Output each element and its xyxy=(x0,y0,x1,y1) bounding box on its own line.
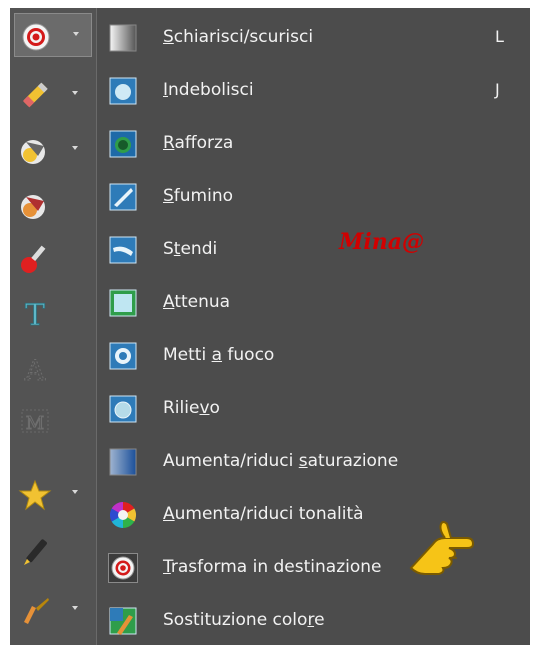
menu-item-label: Sostituzione colore xyxy=(163,610,325,630)
text-outline-icon: A xyxy=(23,354,46,386)
tool-background-eraser[interactable] xyxy=(14,183,92,227)
menu-item-attenua[interactable]: Attenua xyxy=(97,278,530,330)
menu-item-label: Aumenta/riduci tonalità xyxy=(163,504,364,524)
saturation-icon xyxy=(109,448,137,476)
tool-text-outline[interactable]: A xyxy=(14,345,92,389)
background-eraser-icon xyxy=(21,195,45,219)
menu-item-label: Sfumino xyxy=(163,186,234,206)
watermark-signature: Mina@ xyxy=(339,229,424,255)
menu-item-label: Metti a fuoco xyxy=(163,345,275,365)
menu-item-label: Rilievo xyxy=(163,398,220,418)
svg-text:T: T xyxy=(25,298,45,330)
menu-item-aumenta-riduci-saturazione[interactable]: Aumenta/riduci saturazione xyxy=(97,437,530,489)
text-icon: T xyxy=(25,298,46,330)
menu-item-indebolisci[interactable]: Indebolisci J xyxy=(97,66,530,118)
tool-palette: T A M xyxy=(10,8,96,645)
tool-text[interactable]: T xyxy=(14,290,92,334)
pointing-hand-icon xyxy=(409,521,475,575)
menu-item-label: Aumenta/riduci saturazione xyxy=(163,451,399,471)
menu-item-rilievo[interactable]: Rilievo xyxy=(97,384,530,436)
tool-target[interactable] xyxy=(14,13,92,57)
tool-color-picker[interactable] xyxy=(14,236,92,280)
lighten-icon xyxy=(109,289,137,317)
target-icon xyxy=(108,553,138,583)
push-icon xyxy=(109,236,137,264)
svg-text:A: A xyxy=(24,354,46,385)
menu-item-sostituzione-colore[interactable]: Sostituzione colore xyxy=(97,596,530,645)
hue-wheel-icon xyxy=(109,501,137,529)
target-icon xyxy=(22,23,50,51)
menu-item-label: Stendi xyxy=(163,239,218,259)
tool-pen[interactable] xyxy=(14,529,92,573)
color-picker-icon xyxy=(21,245,46,273)
star-shape-icon xyxy=(18,479,52,511)
menu-item-schiarisci-scurisci[interactable]: Schiarisci/scurisci L xyxy=(97,13,530,65)
chevron-down-icon[interactable] xyxy=(73,32,79,36)
pen-icon xyxy=(24,539,47,565)
menu-item-label: Attenua xyxy=(163,292,231,312)
menu-item-stendi[interactable]: Stendi xyxy=(97,225,530,277)
chevron-down-icon[interactable] xyxy=(72,606,78,610)
menu-item-rafforza[interactable]: Rafforza xyxy=(97,119,530,171)
tool-text-mask[interactable]: M xyxy=(14,398,92,442)
shortcut-key: L xyxy=(495,27,504,46)
color-replace-icon xyxy=(109,607,137,635)
menu-item-sfumino[interactable]: Sfumino xyxy=(97,172,530,224)
tool-brush[interactable] xyxy=(14,588,92,632)
pencil-icon xyxy=(22,82,48,108)
brush-icon xyxy=(24,598,49,624)
eraser-icon xyxy=(21,140,45,164)
tool-eraser[interactable] xyxy=(14,128,92,172)
menu-item-label: Indebolisci xyxy=(163,80,254,100)
menu-item-label: Trasforma in destinazione xyxy=(163,557,382,577)
smudge-icon xyxy=(109,183,137,211)
svg-text:M: M xyxy=(26,413,44,434)
menu-item-metti-a-fuoco[interactable]: Metti a fuoco xyxy=(97,331,530,383)
emboss-icon xyxy=(109,395,137,423)
tool-star-shape[interactable] xyxy=(14,472,92,516)
chevron-down-icon[interactable] xyxy=(72,146,78,150)
shortcut-key: J xyxy=(495,80,500,99)
soften-icon xyxy=(109,77,137,105)
focus-icon xyxy=(109,342,137,370)
text-mask-icon: M xyxy=(21,409,49,435)
menu-item-label: Rafforza xyxy=(163,133,234,153)
chevron-down-icon[interactable] xyxy=(72,91,78,95)
menu-item-label: Schiarisci/scurisci xyxy=(163,27,314,47)
sharpen-icon xyxy=(109,130,137,158)
tool-pencil[interactable] xyxy=(14,73,92,117)
dodge-burn-icon xyxy=(109,24,137,52)
chevron-down-icon[interactable] xyxy=(72,490,78,494)
